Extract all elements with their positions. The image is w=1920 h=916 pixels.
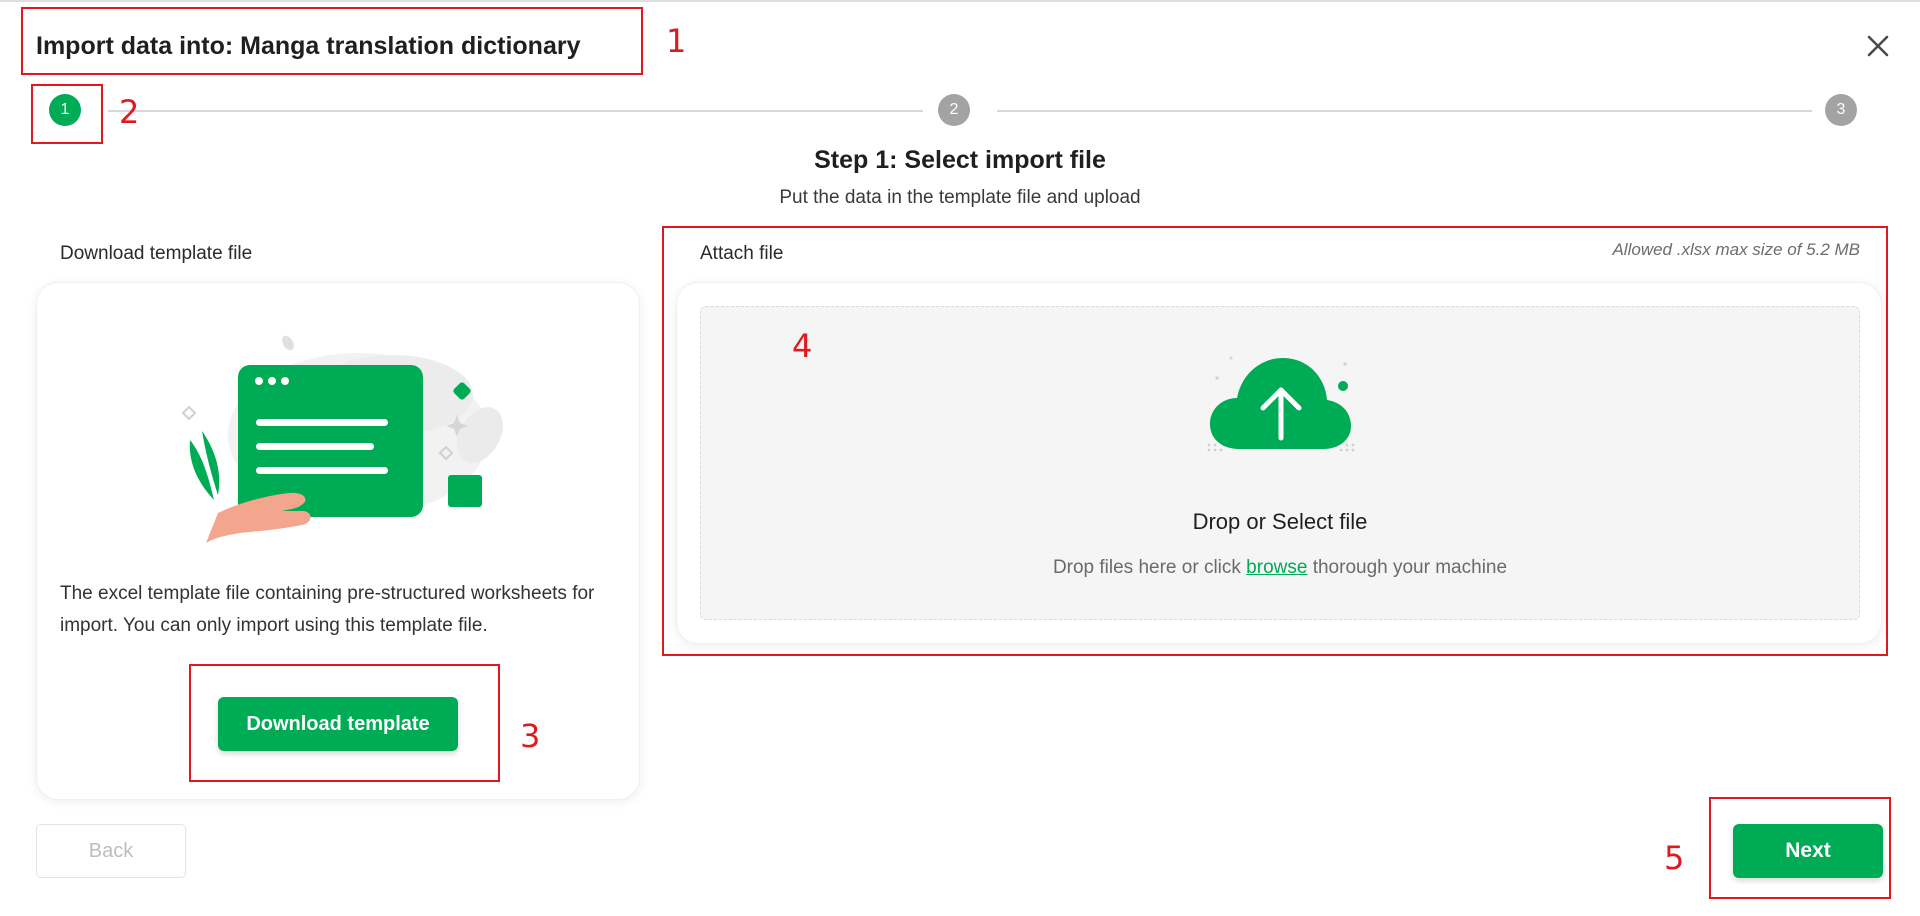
- close-icon[interactable]: [1860, 28, 1896, 64]
- browse-link[interactable]: browse: [1246, 557, 1307, 578]
- allowed-file-info: Allowed .xlsx max size of 5.2 MB: [1612, 240, 1860, 259]
- step-connector: [997, 110, 1812, 112]
- back-button[interactable]: Back: [36, 824, 186, 878]
- step-connector: [108, 110, 923, 112]
- step-3-indicator[interactable]: 3: [1825, 94, 1857, 126]
- drop-text-before: Drop files here or click: [1052, 557, 1247, 578]
- drop-instructions: Drop files here or click browse thorough…: [700, 557, 1860, 579]
- drop-text-after: thorough your machine: [1307, 557, 1508, 578]
- annotation-label-5: 5: [1664, 839, 1685, 877]
- step-subtitle: Put the data in the template file and up…: [779, 187, 1141, 208]
- download-template-button[interactable]: Download template: [218, 697, 458, 751]
- drop-title: Drop or Select file: [1192, 509, 1368, 534]
- annotation-label-1: 1: [666, 22, 687, 60]
- annotation-label-2: 2: [119, 93, 140, 131]
- spreadsheet-template-illustration: [178, 335, 508, 545]
- download-section-label: Download template file: [60, 243, 253, 264]
- top-border: [0, 0, 1920, 2]
- annotation-label-4: 4: [792, 327, 813, 365]
- step-2-indicator[interactable]: 2: [938, 94, 970, 126]
- annotation-label-3: 3: [520, 717, 541, 755]
- next-button[interactable]: Next: [1733, 824, 1883, 878]
- step-title: Step 1: Select import file: [814, 146, 1106, 174]
- step-1-indicator[interactable]: 1: [49, 94, 81, 126]
- cloud-upload-icon: [1195, 350, 1365, 460]
- download-description: The excel template file containing pre-s…: [60, 583, 595, 636]
- dialog-title: Import data into: Manga translation dict…: [36, 32, 581, 60]
- attach-section-label: Attach file: [700, 243, 784, 264]
